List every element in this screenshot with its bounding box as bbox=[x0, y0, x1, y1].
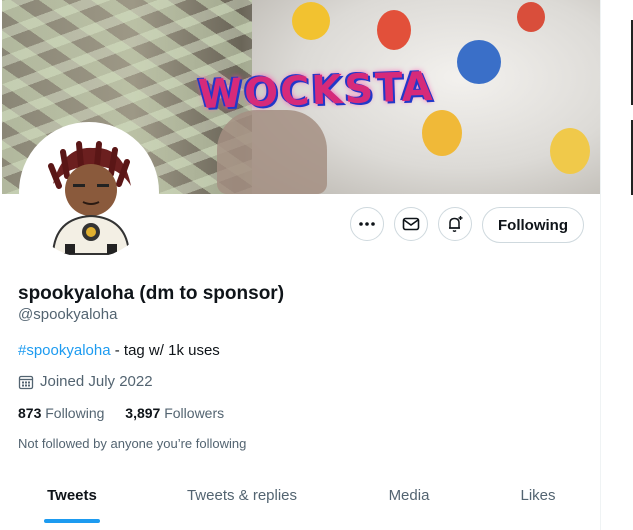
tab-likes[interactable]: Likes bbox=[496, 466, 580, 524]
more-button[interactable] bbox=[350, 207, 384, 241]
tab-tweets[interactable]: Tweets bbox=[22, 466, 122, 524]
calendar-icon bbox=[18, 375, 34, 389]
following-link[interactable]: 873 Following bbox=[18, 405, 104, 421]
banner-sticker bbox=[422, 110, 462, 156]
notifications-button[interactable] bbox=[438, 207, 472, 241]
banner-sticker bbox=[517, 2, 545, 32]
banner-title: WOCKSTA bbox=[197, 63, 436, 119]
bell-plus-icon bbox=[449, 216, 463, 232]
banner-sticker bbox=[550, 128, 590, 174]
avatar[interactable] bbox=[19, 122, 159, 262]
bio-hashtag-link[interactable]: #spookyaloha bbox=[18, 342, 111, 359]
joined-date: Joined July 2022 bbox=[18, 373, 153, 390]
banner-sticker bbox=[377, 10, 411, 50]
more-dots-icon bbox=[359, 222, 375, 226]
tab-media[interactable]: Media bbox=[360, 466, 458, 524]
profile-column: WOCKSTA Following spookyaloha (dm to spo… bbox=[0, 0, 601, 530]
followers-count: 3,897 bbox=[125, 405, 161, 421]
display-name: spookyaloha (dm to sponsor) bbox=[18, 283, 285, 304]
banner-hand bbox=[217, 110, 327, 194]
avatar-illustration bbox=[23, 126, 155, 258]
joined-label: Joined July 2022 bbox=[40, 373, 153, 390]
not-followed-note: Not followed by anyone you’re following bbox=[18, 436, 247, 451]
following-label: Following bbox=[45, 405, 105, 421]
active-tab-indicator bbox=[44, 519, 100, 523]
banner-sticker bbox=[457, 40, 501, 84]
banner-sticker bbox=[292, 2, 330, 40]
followers-label: Followers bbox=[164, 405, 225, 421]
profile-tabs: Tweets Tweets & replies Media Likes bbox=[0, 466, 600, 524]
follow-stats: 873 Following 3,897 Followers bbox=[18, 405, 241, 421]
followers-link[interactable]: 3,897 Followers bbox=[125, 405, 224, 421]
following-button[interactable]: Following bbox=[482, 207, 584, 243]
message-button[interactable] bbox=[394, 207, 428, 241]
tab-tweets-and-replies[interactable]: Tweets & replies bbox=[170, 466, 314, 524]
following-count: 873 bbox=[18, 405, 42, 421]
bio: #spookyaloha - tag w/ 1k uses bbox=[18, 342, 220, 359]
username: @spookyaloha bbox=[18, 306, 118, 323]
envelope-icon bbox=[402, 217, 420, 231]
bio-text: - tag w/ 1k uses bbox=[110, 342, 220, 359]
